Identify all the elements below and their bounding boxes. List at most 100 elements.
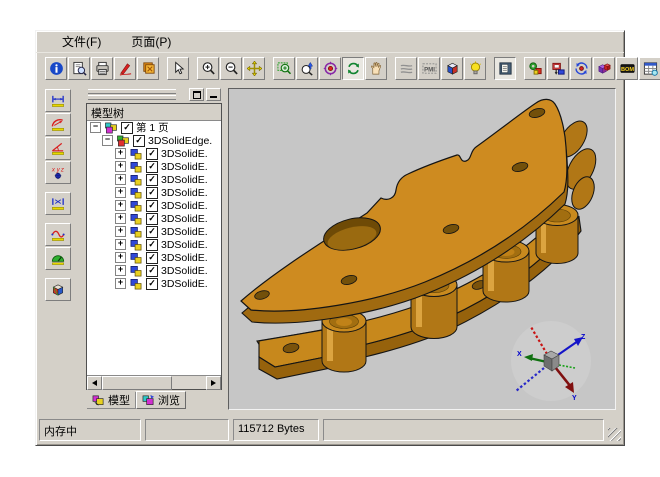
expand-toggle-icon[interactable] — [115, 278, 126, 289]
dim-angle-icon — [50, 141, 66, 156]
expand-toggle-icon[interactable] — [115, 265, 126, 276]
status-field-2 — [145, 419, 229, 441]
panel-toggle-button[interactable] — [494, 57, 516, 80]
collapse-toggle-icon[interactable] — [90, 122, 101, 133]
tab-model-icon — [92, 394, 105, 406]
zoom-out-button[interactable] — [220, 57, 242, 80]
scroll-left-button[interactable] — [87, 376, 102, 390]
visibility-checkbox[interactable] — [146, 239, 158, 251]
hand-button[interactable] — [365, 57, 387, 80]
expand-toggle-icon[interactable] — [115, 148, 126, 159]
collapse-toggle-icon[interactable] — [102, 135, 113, 146]
hide-panel-button[interactable] — [206, 88, 221, 101]
stamp-button[interactable] — [137, 57, 159, 80]
visibility-checkbox[interactable] — [146, 148, 158, 160]
float-panel-button[interactable] — [189, 88, 204, 101]
visibility-checkbox[interactable] — [146, 200, 158, 212]
part-cubes-icon — [129, 187, 143, 199]
expand-toggle-icon[interactable] — [115, 239, 126, 250]
parts-button[interactable] — [593, 57, 615, 80]
viewport-3d[interactable]: Z X Y — [228, 88, 616, 410]
light-button[interactable] — [464, 57, 486, 80]
dim-distance-button[interactable] — [45, 192, 71, 215]
assembly-button[interactable] — [524, 57, 546, 80]
bom-button[interactable]: BOM — [616, 57, 638, 80]
tree-part-row[interactable]: 3DSolidE. — [87, 225, 221, 238]
print-preview-button[interactable] — [68, 57, 90, 80]
component-button[interactable] — [547, 57, 569, 80]
panel-header[interactable] — [85, 86, 224, 102]
resize-grip[interactable] — [608, 428, 621, 441]
pmi-button[interactable]: PMI — [418, 57, 440, 80]
dim-angle-button[interactable] — [45, 137, 71, 160]
tab-label: 浏览 — [158, 392, 180, 408]
solid-box-button[interactable] — [45, 278, 71, 301]
visibility-checkbox[interactable] — [146, 278, 158, 290]
tree-part-row[interactable]: 3DSolidE. — [87, 199, 221, 212]
panel-tab[interactable]: 模型 — [87, 392, 136, 409]
scrollbar-thumb[interactable] — [102, 376, 172, 390]
orbit-button[interactable] — [319, 57, 341, 80]
tree-part-row[interactable]: 3DSolidE. — [87, 277, 221, 290]
expand-toggle-icon[interactable] — [115, 226, 126, 237]
part-cubes-icon — [129, 226, 143, 238]
expand-toggle-icon[interactable] — [115, 200, 126, 211]
drag-gripper[interactable] — [88, 89, 176, 94]
tree-part-label: 3DSolidE. — [161, 252, 208, 264]
tree-part-row[interactable]: 3DSolidE. — [87, 212, 221, 225]
drag-gripper[interactable] — [88, 95, 176, 100]
visibility-checkbox[interactable] — [146, 174, 158, 186]
horizontal-scrollbar[interactable] — [87, 375, 221, 389]
dim-linear-button[interactable] — [45, 89, 71, 112]
status-memory: 内存中 — [39, 419, 141, 441]
visibility-checkbox[interactable] — [121, 122, 133, 134]
tree-part-row[interactable]: 3DSolidE. — [87, 160, 221, 173]
model-tree[interactable]: 第 1 页 3DSolidEdge. — [87, 121, 221, 375]
visibility-checkbox[interactable] — [146, 252, 158, 264]
visibility-checkbox[interactable] — [146, 213, 158, 225]
visibility-checkbox[interactable] — [146, 187, 158, 199]
expand-toggle-icon[interactable] — [115, 252, 126, 263]
tree-part-row[interactable]: 3DSolidE. — [87, 186, 221, 199]
tree-part-row[interactable]: 3DSolidE. — [87, 238, 221, 251]
dim-xyz-button[interactable]: xyz — [45, 161, 71, 184]
visibility-checkbox[interactable] — [146, 161, 158, 173]
scroll-right-button[interactable] — [206, 376, 221, 390]
print-button[interactable] — [91, 57, 113, 80]
assembly-icon — [528, 61, 543, 76]
visibility-checkbox[interactable] — [133, 135, 145, 147]
restore-icon — [193, 91, 201, 99]
rotate-button[interactable] — [342, 57, 364, 80]
tree-part-label: 3DSolidE. — [161, 200, 208, 212]
expand-toggle-icon[interactable] — [115, 187, 126, 198]
spin-center-button[interactable] — [570, 57, 592, 80]
tree-part-row[interactable]: 3DSolidE. — [87, 251, 221, 264]
dim-gauge-button[interactable] — [45, 247, 71, 270]
tree-page-row[interactable]: 第 1 页 — [87, 121, 221, 134]
expand-toggle-icon[interactable] — [115, 174, 126, 185]
menu-item[interactable]: 文件(F) — [60, 32, 103, 51]
layers-button[interactable] — [395, 57, 417, 80]
redline-button[interactable] — [114, 57, 136, 80]
dim-curve-button[interactable] — [45, 223, 71, 246]
expand-toggle-icon[interactable] — [115, 161, 126, 172]
visibility-checkbox[interactable] — [146, 226, 158, 238]
visibility-checkbox[interactable] — [146, 265, 158, 277]
zoom-window-button[interactable] — [273, 57, 295, 80]
expand-toggle-icon[interactable] — [115, 213, 126, 224]
select-button[interactable] — [167, 57, 189, 80]
zoom-in-button[interactable] — [197, 57, 219, 80]
cad-model-canvas[interactable]: Z X Y — [229, 89, 615, 409]
dim-radius-button[interactable] — [45, 113, 71, 136]
zoom-dynamic-button[interactable] — [296, 57, 318, 80]
info-button[interactable] — [45, 57, 67, 80]
pan-button[interactable] — [243, 57, 265, 80]
view-cube-button[interactable] — [441, 57, 463, 80]
tree-assembly-row[interactable]: 3DSolidEdge. — [87, 134, 221, 147]
tree-part-row[interactable]: 3DSolidE. — [87, 264, 221, 277]
tree-part-row[interactable]: 3DSolidE. — [87, 173, 221, 186]
panel-tab[interactable]: 浏览 — [136, 391, 186, 409]
tree-part-row[interactable]: 3DSolidE. — [87, 147, 221, 160]
report-button[interactable] — [639, 57, 660, 80]
menu-item[interactable]: 页面(P) — [129, 32, 173, 51]
